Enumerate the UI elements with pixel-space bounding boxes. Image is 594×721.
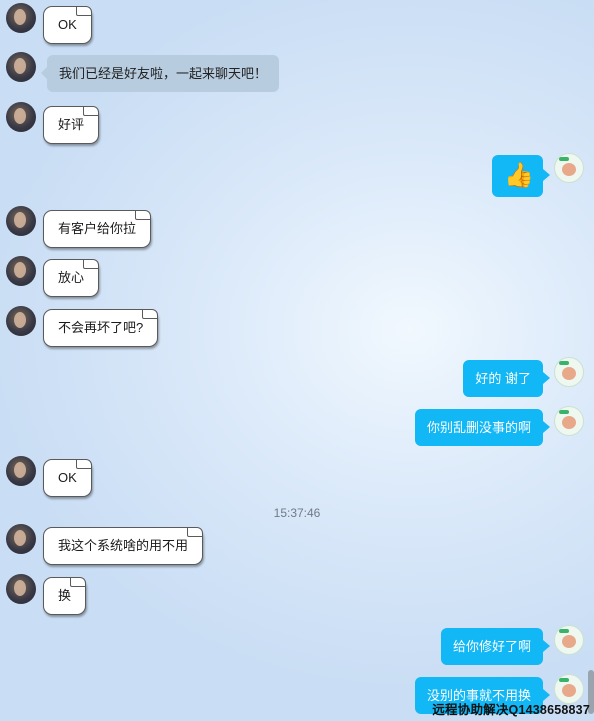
message-text: 给你修好了啊 xyxy=(452,639,531,654)
system-message: 我们已经是好友啦，一起来聊天吧！ xyxy=(40,55,280,92)
outgoing-message[interactable]: 给你修好了啊 xyxy=(440,628,551,665)
incoming-message[interactable]: 我这个系统啥的用不用 xyxy=(43,527,204,565)
incoming-message[interactable]: 不会再坏了吧? xyxy=(43,309,159,347)
my-avatar[interactable] xyxy=(554,625,584,655)
message-text: 好的 谢了 xyxy=(475,371,531,386)
contact-avatar[interactable] xyxy=(6,306,36,336)
message-text: 换 xyxy=(58,588,72,603)
incoming-message[interactable]: 有客户给你拉 xyxy=(43,210,152,248)
message-text: OK xyxy=(58,470,77,485)
incoming-message[interactable]: OK xyxy=(43,459,92,497)
incoming-message[interactable]: 好评 xyxy=(43,106,100,144)
contact-avatar[interactable] xyxy=(6,524,36,554)
message-text: 不会再坏了吧? xyxy=(58,320,144,335)
contact-avatar[interactable] xyxy=(6,102,36,132)
my-avatar[interactable] xyxy=(554,357,584,387)
thumbs-up-icon: 👍 xyxy=(504,162,534,189)
message-text: 你别乱删没事的啊 xyxy=(426,420,531,435)
contact-avatar[interactable] xyxy=(6,256,36,286)
outgoing-message[interactable]: 好的 谢了 xyxy=(463,360,550,397)
message-text: 好评 xyxy=(58,117,85,132)
contact-avatar[interactable] xyxy=(6,52,36,82)
contact-avatar[interactable] xyxy=(6,456,36,486)
incoming-message[interactable]: 放心 xyxy=(43,259,100,297)
outgoing-message[interactable]: 你别乱删没事的啊 xyxy=(414,409,551,446)
my-avatar[interactable] xyxy=(554,153,584,183)
timestamp: 15:37:46 xyxy=(273,506,321,520)
contact-avatar[interactable] xyxy=(6,3,36,33)
message-text: 有客户给你拉 xyxy=(58,221,137,236)
message-text: 我们已经是好友啦，一起来聊天吧！ xyxy=(59,66,268,81)
message-text: 放心 xyxy=(58,270,85,285)
incoming-message[interactable]: OK xyxy=(43,6,92,44)
contact-avatar[interactable] xyxy=(6,206,36,236)
my-avatar[interactable] xyxy=(554,406,584,436)
contact-avatar[interactable] xyxy=(6,574,36,604)
outgoing-message-emoji[interactable]: 👍 xyxy=(492,155,550,197)
incoming-message[interactable]: 换 xyxy=(43,577,87,615)
message-text: 我这个系统啥的用不用 xyxy=(58,538,189,553)
message-text: OK xyxy=(58,17,77,32)
watermark-text: 远程协助解决Q1438658837 xyxy=(432,703,590,717)
